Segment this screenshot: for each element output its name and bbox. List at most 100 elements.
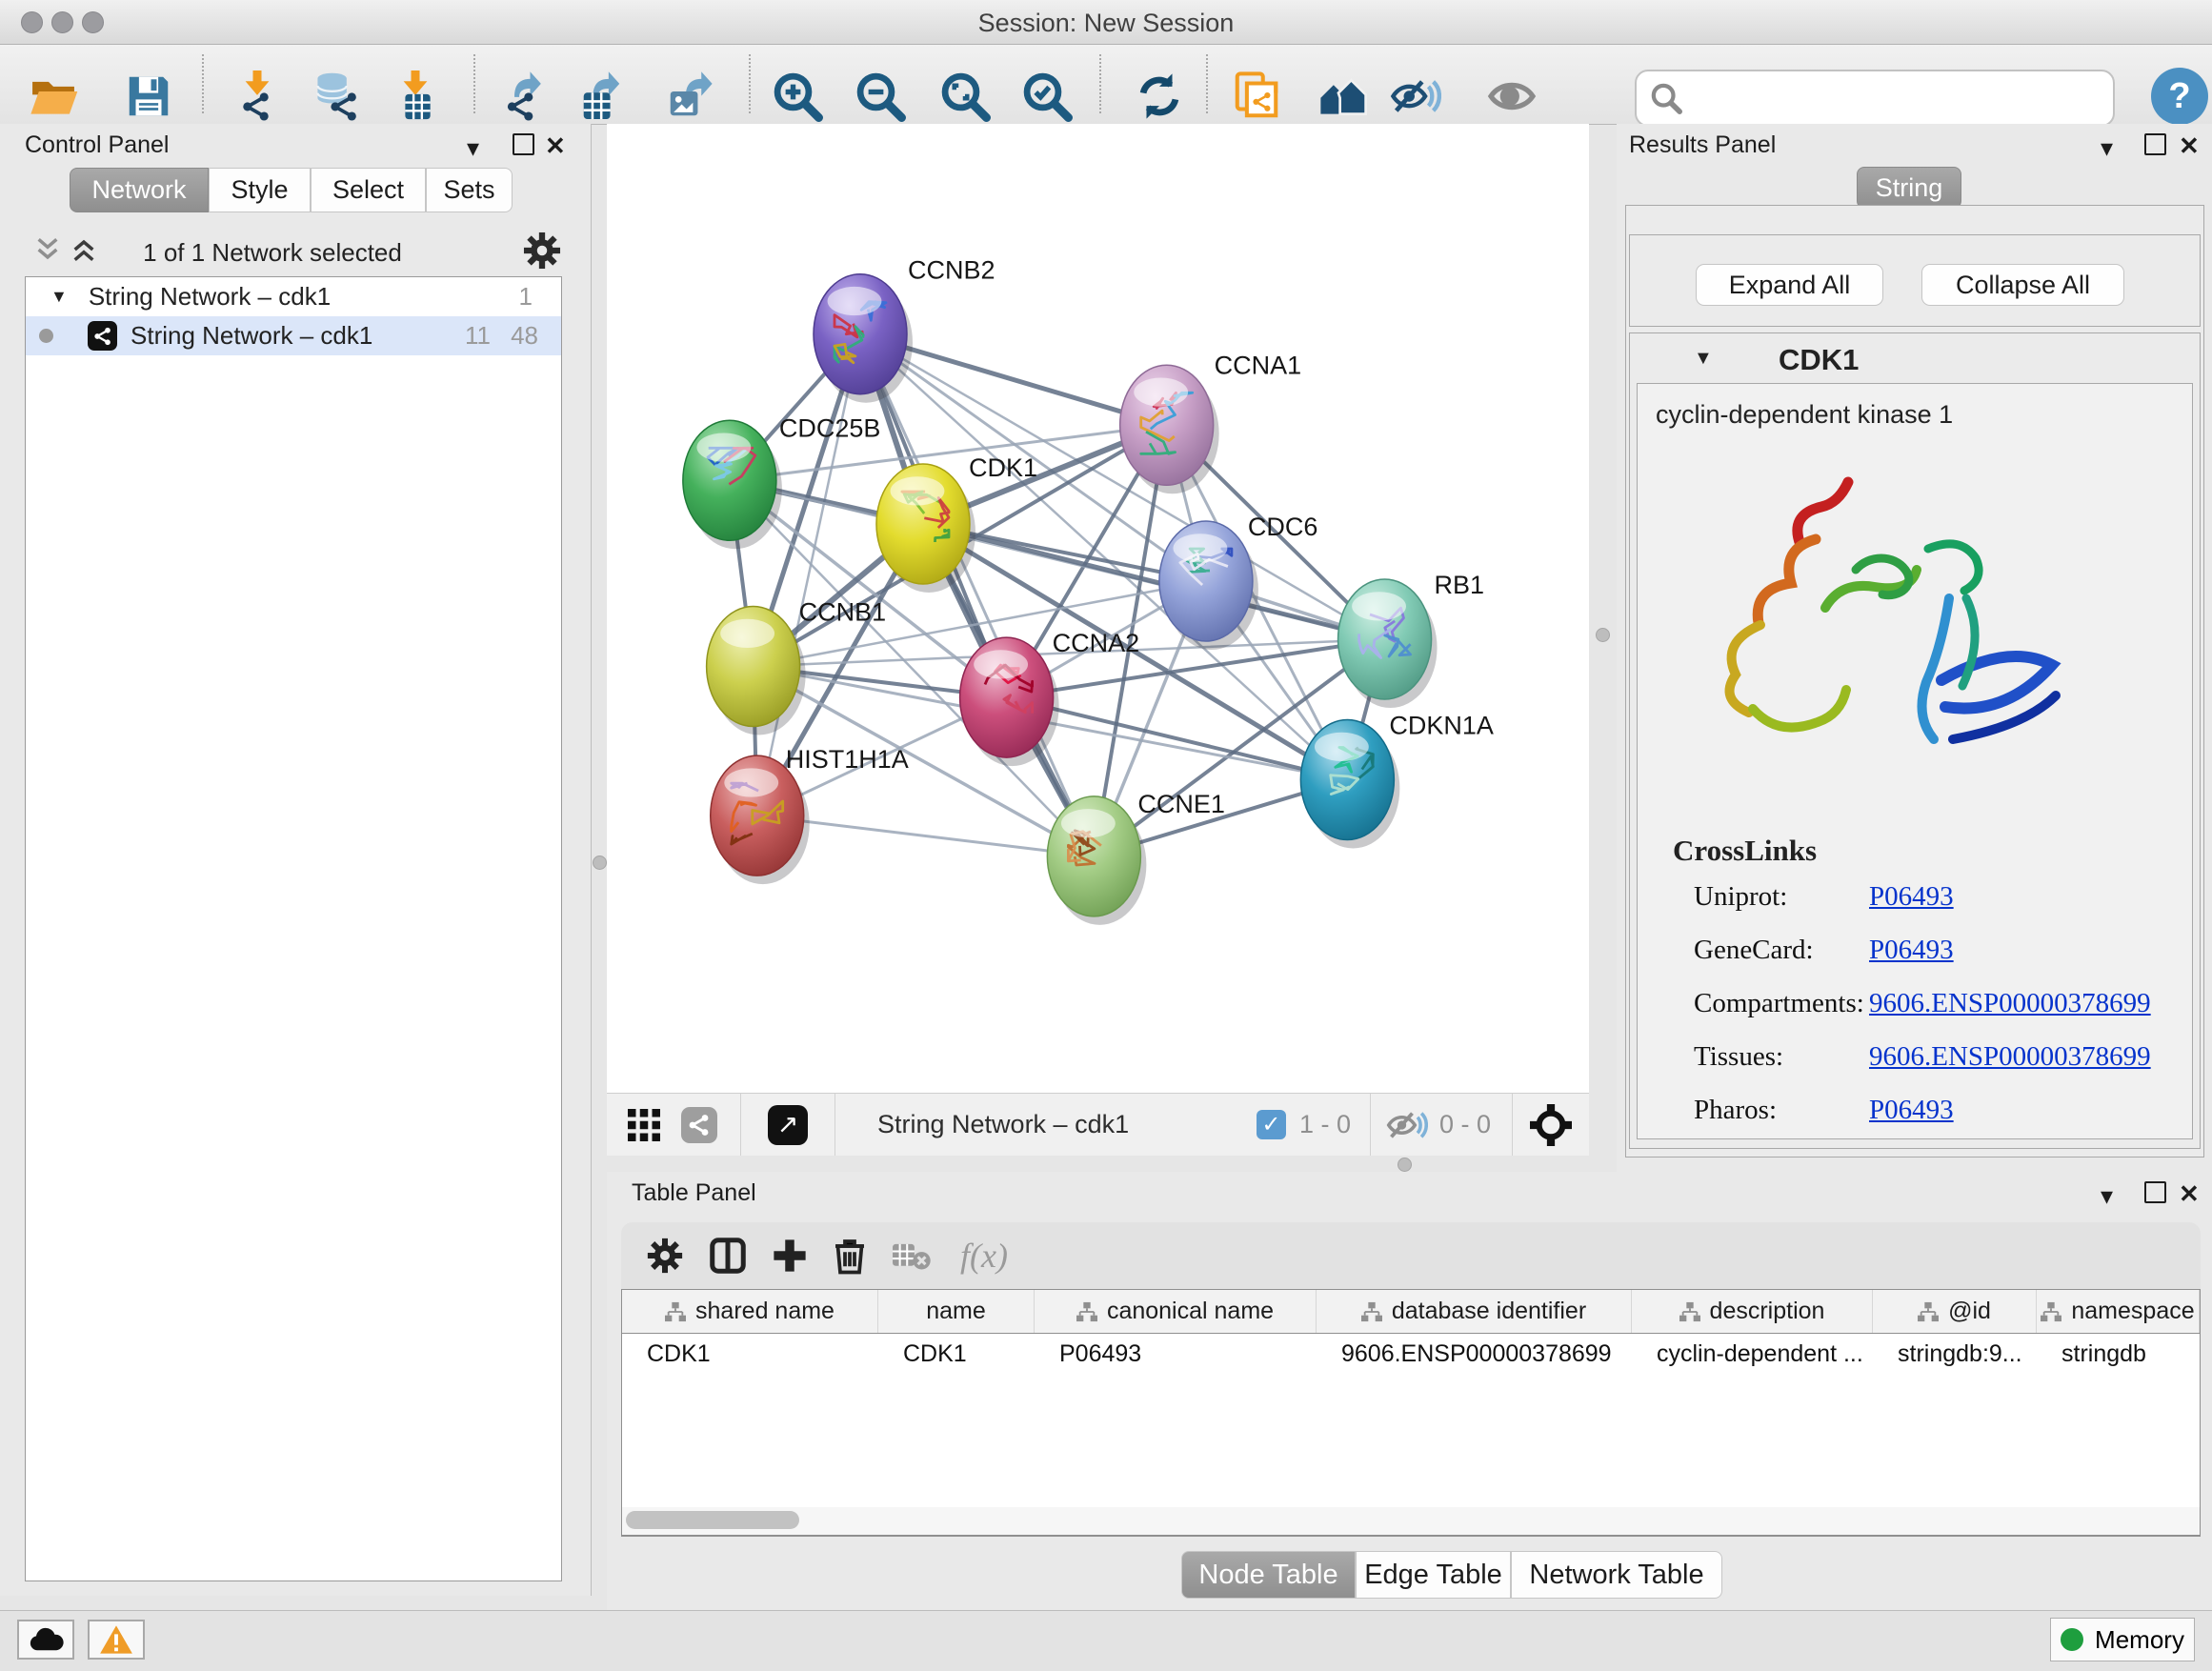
network-node-rb1[interactable]	[1338, 579, 1438, 708]
zoom-fit-content-button[interactable]	[934, 65, 996, 128]
save-session-button[interactable]	[117, 65, 180, 128]
network-options-gear-icon[interactable]	[522, 231, 562, 271]
selected-count-checkbox-icon[interactable]: ✓	[1257, 1110, 1286, 1139]
tab-edge-table[interactable]: Edge Table	[1356, 1551, 1511, 1599]
crosslink-value-link[interactable]: P06493	[1869, 1095, 1954, 1126]
export-image-button[interactable]	[658, 65, 721, 128]
toolbar-separator	[1099, 54, 1101, 113]
node-label: CDC6	[1248, 513, 1318, 541]
column-tree-icon	[1679, 1301, 1700, 1322]
horizontal-splitter-handle[interactable]	[1398, 1158, 1412, 1172]
grid-view-icon[interactable]	[628, 1109, 660, 1141]
detach-view-icon[interactable]: ↗	[768, 1105, 808, 1145]
network-edge[interactable]	[860, 334, 1094, 856]
crosslink-value-link[interactable]: 9606.ENSP00000378699	[1869, 1041, 2151, 1073]
network-node-cdkn1a[interactable]	[1300, 720, 1399, 849]
import-table-from-file-button[interactable]	[384, 65, 447, 128]
crosslink-label: GeneCard:	[1694, 935, 1869, 966]
network-node-cdc6[interactable]	[1159, 521, 1258, 650]
table-panel-float-button[interactable]: ▾	[2101, 1183, 2113, 1208]
network-canvas[interactable]: CCNB2CCNA1CDC25BCDK1CDC6RB1CCNB1CCNA2CDK…	[607, 124, 1589, 1093]
table-cell[interactable]: cyclin-dependent ...	[1632, 1334, 1873, 1375]
crosslink-value-link[interactable]: P06493	[1869, 881, 1954, 913]
new-network-from-selection-button[interactable]	[1225, 65, 1288, 128]
tab-network-table[interactable]: Network Table	[1511, 1551, 1722, 1599]
results-panel-close-button[interactable]: ✕	[2179, 133, 2200, 158]
tab-sets[interactable]: Sets	[426, 168, 513, 212]
warning-status-button[interactable]	[88, 1620, 145, 1660]
birds-eye-view-icon[interactable]	[1530, 1104, 1572, 1146]
control-panel-close-button[interactable]: ✕	[545, 133, 566, 158]
first-neighbors-button[interactable]	[1312, 65, 1375, 128]
scrollbar-thumb[interactable]	[626, 1511, 799, 1529]
table-horizontal-scrollbar[interactable]	[621, 1507, 2201, 1536]
network-row-selected[interactable]: String Network – cdk1 11 48	[26, 316, 561, 355]
crosslink-value-link[interactable]: 9606.ENSP00000378699	[1869, 988, 2151, 1019]
column-header-canonical-name[interactable]: canonical name	[1035, 1290, 1317, 1333]
results-panel-float-button[interactable]: ▾	[2101, 135, 2113, 160]
column-header-name[interactable]: name	[878, 1290, 1035, 1333]
table-panel-maximize-button[interactable]	[2144, 1181, 2166, 1207]
right-splitter-handle[interactable]	[1596, 628, 1610, 642]
import-network-from-database-button[interactable]	[304, 65, 367, 128]
delete-table-icon[interactable]	[892, 1240, 932, 1271]
open-file-button[interactable]	[22, 65, 85, 128]
zoom-out-button[interactable]	[849, 65, 912, 128]
results-panel-maximize-button[interactable]	[2144, 133, 2166, 159]
cloud-status-button[interactable]	[17, 1620, 74, 1660]
delete-column-icon[interactable]	[833, 1237, 867, 1275]
left-splitter-handle[interactable]	[593, 856, 607, 870]
control-panel-maximize-button[interactable]	[513, 133, 534, 159]
table-cell[interactable]: CDK1	[878, 1334, 1035, 1375]
export-network-button[interactable]	[493, 65, 556, 128]
table-cell[interactable]: stringdb:9...	[1873, 1334, 2037, 1375]
network-node-ccnb1[interactable]	[707, 607, 806, 735]
network-view-mode-icon[interactable]	[681, 1107, 717, 1143]
tab-node-table[interactable]: Node Table	[1181, 1551, 1356, 1599]
tab-string[interactable]: String	[1857, 167, 1961, 209]
column-header-description[interactable]: description	[1632, 1290, 1873, 1333]
network-node-ccna2[interactable]	[960, 637, 1059, 766]
tab-style[interactable]: Style	[209, 168, 311, 212]
network-node-ccnb2[interactable]	[814, 274, 913, 403]
table-cell[interactable]: CDK1	[622, 1334, 878, 1375]
import-network-from-file-button[interactable]	[226, 65, 289, 128]
help-button[interactable]: ?	[2151, 68, 2208, 125]
control-panel-float-button[interactable]: ▾	[467, 135, 479, 160]
table-options-gear-icon[interactable]	[646, 1237, 684, 1275]
column-header-namespace[interactable]: namespace	[2037, 1290, 2200, 1333]
column-header-database-identifier[interactable]: database identifier	[1317, 1290, 1632, 1333]
refresh-view-button[interactable]	[1128, 65, 1191, 128]
tab-select[interactable]: Select	[311, 168, 426, 212]
network-node-ccne1[interactable]	[1047, 796, 1146, 925]
zoom-selected-button[interactable]	[1016, 65, 1078, 128]
collapse-all-button[interactable]: Collapse All	[1921, 264, 2124, 306]
network-node-cdk1[interactable]	[876, 464, 975, 593]
create-column-icon[interactable]	[772, 1238, 808, 1274]
tab-network[interactable]: Network	[70, 168, 209, 212]
collection-expand-icon[interactable]: ▼	[50, 287, 68, 307]
gene-expand-icon[interactable]: ▼	[1694, 348, 1713, 370]
memory-button[interactable]: Memory	[2050, 1618, 2195, 1661]
network-node-ccna1[interactable]	[1120, 365, 1219, 493]
column-header--id[interactable]: @id	[1873, 1290, 2037, 1333]
control-panel: Control Panel ▾ ✕ Network Style Select S…	[0, 124, 592, 1596]
crosslink-value-link[interactable]: P06493	[1869, 935, 1954, 966]
network-edge[interactable]	[757, 334, 860, 815]
show-all-button[interactable]	[1480, 65, 1543, 128]
column-header-shared-name[interactable]: shared name	[622, 1290, 878, 1333]
search-input[interactable]	[1692, 84, 2113, 112]
table-panel-close-button[interactable]: ✕	[2179, 1181, 2200, 1206]
network-node-hist1h1a[interactable]	[711, 755, 810, 884]
function-builder-icon[interactable]: f(x)	[960, 1236, 1008, 1276]
show-columns-icon[interactable]	[709, 1237, 747, 1275]
hide-selection-button[interactable]	[1384, 65, 1447, 128]
table-cell[interactable]: 9606.ENSP00000378699	[1317, 1334, 1632, 1375]
network-collection-row[interactable]: ▼ String Network – cdk1 1	[26, 277, 561, 316]
table-cell[interactable]: stringdb	[2037, 1334, 2200, 1375]
table-cell[interactable]: P06493	[1035, 1334, 1317, 1375]
expand-all-button[interactable]: Expand All	[1696, 264, 1883, 306]
export-table-button[interactable]	[569, 65, 632, 128]
gene-description: cyclin-dependent kinase 1	[1656, 400, 1953, 430]
zoom-in-button[interactable]	[766, 65, 829, 128]
